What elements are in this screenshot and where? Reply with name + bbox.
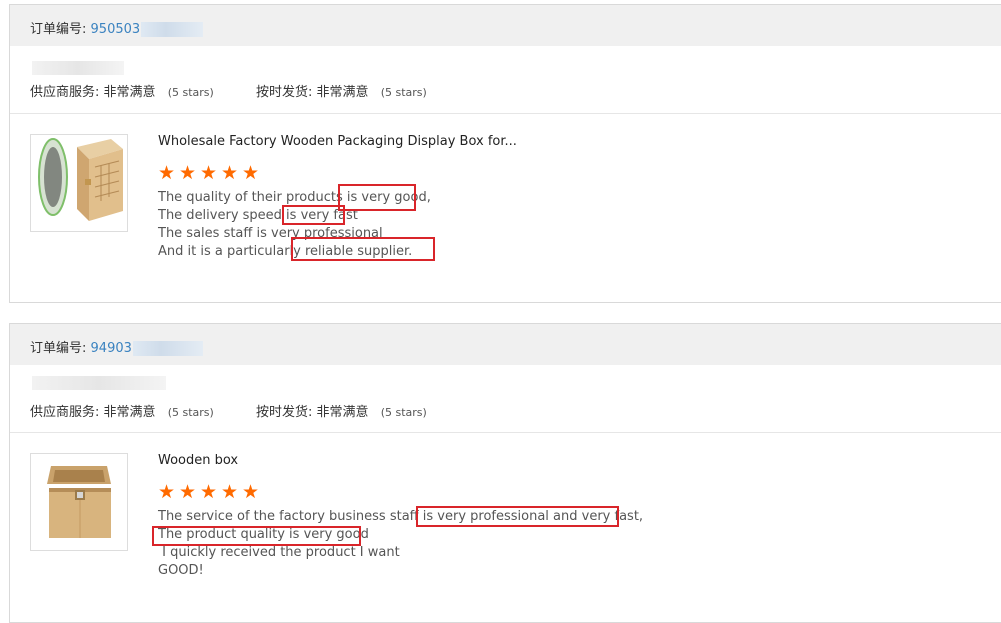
ontime-delivery-rating: 按时发货: 非常满意 (5 stars): [256, 85, 427, 100]
review-line: And it is a particularly reliable suppli…: [158, 244, 413, 259]
product-title-link[interactable]: Wholesale Factory Wooden Packaging Displ…: [158, 134, 517, 149]
order-header: 订单编号: 950503: [10, 5, 1001, 46]
wooden-display-box-image: [38, 138, 123, 221]
review-card: 订单编号: 94903 供应商服务: 非常满意 (5 stars) 按时发货: …: [9, 323, 1001, 623]
order-number-link[interactable]: 950503: [91, 22, 141, 37]
review-text: The quality of their products is very go…: [158, 189, 431, 261]
supplier-service-rating: 供应商服务: 非常满意 (5 stars): [30, 405, 214, 420]
product-title-link[interactable]: Wooden box: [158, 453, 238, 468]
order-number-label: 订单编号:: [30, 341, 87, 356]
ontime-delivery-rating: 按时发货: 非常满意 (5 stars): [256, 405, 427, 420]
redacted-buyer-name: [32, 61, 124, 75]
star-icon: ★: [158, 481, 176, 503]
star-icon: ★: [200, 162, 218, 184]
product-thumbnail[interactable]: [30, 134, 128, 232]
wooden-chest-image: [47, 466, 111, 538]
star-rating: ★ ★ ★ ★ ★: [158, 481, 263, 503]
order-number-link[interactable]: 94903: [91, 341, 132, 356]
star-icon: ★: [221, 162, 239, 184]
review-card: 订单编号: 950503 供应商服务: 非常满意 (5 stars) 按时发货:…: [9, 4, 1001, 303]
redacted-order-digits: [132, 341, 203, 356]
star-icon: ★: [158, 162, 176, 184]
redacted-order-digits: [141, 22, 204, 37]
review-line: The service of the factory business staf…: [158, 509, 644, 524]
star-icon: ★: [200, 481, 218, 503]
order-header: 订单编号: 94903: [10, 324, 1001, 365]
review-line: The sales staff is very professional: [158, 226, 383, 241]
review-line: I quickly received the product I want: [158, 545, 400, 560]
order-number-label: 订单编号:: [30, 22, 87, 37]
redacted-buyer-name: [32, 376, 166, 390]
product-thumbnail[interactable]: [30, 453, 128, 551]
review-line: The quality of their products is very go…: [158, 190, 431, 205]
review-line: The delivery speed is very fast: [158, 208, 358, 223]
review-line: GOOD!: [158, 563, 204, 578]
section-divider: [10, 432, 1001, 433]
star-rating: ★ ★ ★ ★ ★: [158, 162, 263, 184]
supplier-service-rating: 供应商服务: 非常满意 (5 stars): [30, 85, 214, 100]
review-text: The service of the factory business staf…: [158, 508, 643, 580]
star-icon: ★: [242, 162, 260, 184]
star-icon: ★: [242, 481, 260, 503]
star-icon: ★: [179, 162, 197, 184]
star-icon: ★: [221, 481, 239, 503]
section-divider: [10, 113, 1001, 114]
star-icon: ★: [179, 481, 197, 503]
review-line: The product quality is very good: [158, 527, 369, 542]
